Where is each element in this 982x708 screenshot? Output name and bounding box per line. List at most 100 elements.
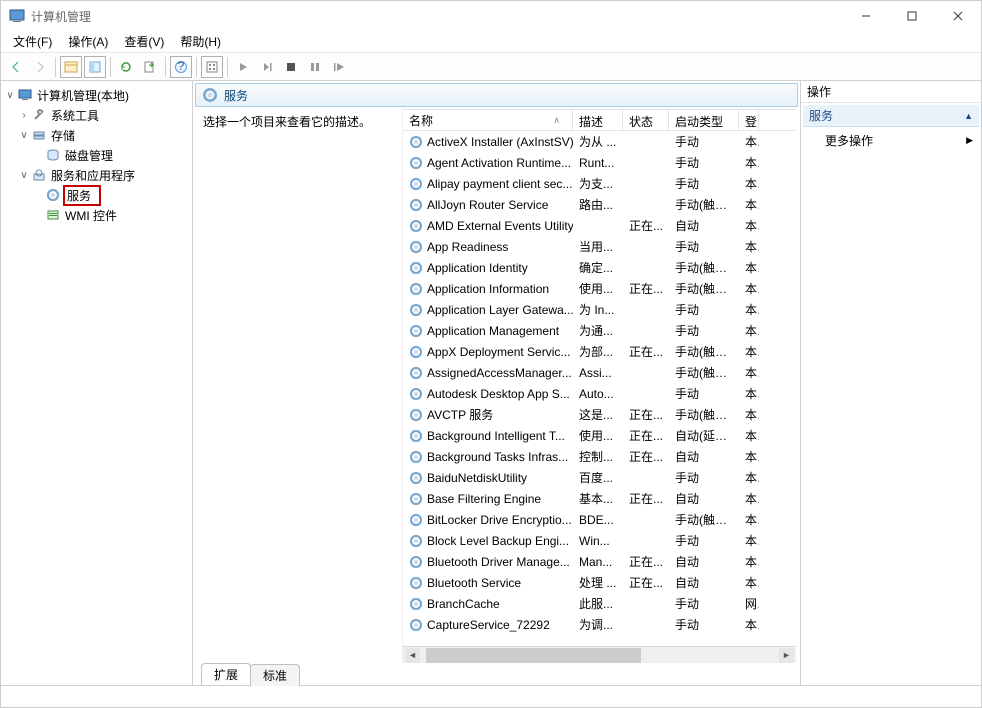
service-row[interactable]: Application Identity确定...手动(触发...本 [403, 257, 796, 278]
cell-logon: 本 [739, 574, 759, 591]
tree-system-tools[interactable]: › 系统工具 [3, 105, 190, 125]
service-row[interactable]: AssignedAccessManager...Assi...手动(触发...本 [403, 362, 796, 383]
service-row[interactable]: BaiduNetdiskUtility百度...手动本 [403, 467, 796, 488]
large-icons-button[interactable] [201, 56, 223, 78]
col-status[interactable]: 状态 [623, 110, 669, 130]
tree-storage[interactable]: ∨ 存储 [3, 125, 190, 145]
cell-startup: 自动 [669, 448, 739, 465]
service-row[interactable]: BitLocker Drive Encryptio...BDE...手动(触发.… [403, 509, 796, 530]
service-row[interactable]: AllJoyn Router Service路由...手动(触发...本 [403, 194, 796, 215]
cell-startup: 自动(延迟... [669, 427, 739, 444]
collapse-icon[interactable]: ∨ [3, 90, 17, 101]
cell-desc: Win... [573, 534, 623, 548]
cell-startup: 手动(触发... [669, 364, 739, 381]
cell-logon: 本 [739, 322, 759, 339]
cell-startup: 自动 [669, 553, 739, 570]
service-row[interactable]: Background Intelligent T...使用...正在...自动(… [403, 425, 796, 446]
cell-name: AllJoyn Router Service [403, 198, 573, 212]
show-hide-tree-button[interactable] [60, 56, 82, 78]
col-desc[interactable]: 描述 [573, 110, 623, 130]
scroll-right-icon[interactable]: ► [779, 648, 794, 663]
refresh-button[interactable] [115, 56, 137, 78]
service-row[interactable]: Agent Activation Runtime...Runt...手动本 [403, 152, 796, 173]
actions-section[interactable]: 服务 ▲ [803, 105, 979, 127]
cell-startup: 手动 [669, 301, 739, 318]
service-row[interactable]: Autodesk Desktop App S...Auto...手动本 [403, 383, 796, 404]
step-button[interactable] [256, 56, 278, 78]
tree-wmi[interactable]: WMI 控件 [3, 205, 190, 225]
cell-status: 正在... [623, 217, 669, 234]
service-row[interactable]: ActiveX Installer (AxInstSV)为从 ...手动本 [403, 131, 796, 152]
col-startup[interactable]: 启动类型 [669, 110, 739, 130]
grid-body[interactable]: ActiveX Installer (AxInstSV)为从 ...手动本Age… [403, 131, 796, 646]
service-row[interactable]: App Readiness当用...手动本 [403, 236, 796, 257]
tree-root[interactable]: ∨ 计算机管理(本地) [3, 85, 190, 105]
cell-logon: 本 [739, 175, 759, 192]
stop-button[interactable] [280, 56, 302, 78]
menu-action[interactable]: 操作(A) [60, 31, 116, 52]
detail-area: 选择一个项目来查看它的描述。 名称∧ 描述 状态 启动类型 登 ActiveX … [197, 109, 796, 663]
cell-logon: 本 [739, 259, 759, 276]
cell-logon: 本 [739, 406, 759, 423]
service-row[interactable]: Application Management为通...手动本 [403, 320, 796, 341]
collapse-icon[interactable]: ∨ [17, 130, 31, 141]
service-row[interactable]: Application Layer Gatewa...为 In...手动本 [403, 299, 796, 320]
cell-logon: 本 [739, 238, 759, 255]
body: ∨ 计算机管理(本地) › 系统工具 ∨ 存储 磁盘管理 ∨ 服务和应用程序 服… [1, 81, 981, 685]
help-button[interactable]: ? [170, 56, 192, 78]
menu-view[interactable]: 查看(V) [116, 31, 172, 52]
minimize-button[interactable] [843, 1, 889, 31]
window-buttons [843, 1, 981, 31]
horizontal-scrollbar[interactable]: ◄ ► [403, 646, 796, 663]
wmi-icon [45, 207, 61, 223]
service-row[interactable]: Block Level Backup Engi...Win...手动本 [403, 530, 796, 551]
cell-startup: 手动 [669, 322, 739, 339]
menu-file[interactable]: 文件(F) [5, 31, 60, 52]
forward-button[interactable] [29, 56, 51, 78]
tree-services-apps[interactable]: ∨ 服务和应用程序 [3, 165, 190, 185]
actions-more[interactable]: 更多操作 ▶ [803, 129, 979, 151]
cell-startup: 手动(触发... [669, 343, 739, 360]
tree-label: 磁盘管理 [63, 146, 115, 165]
cell-name: AVCTP 服务 [403, 406, 573, 423]
col-name[interactable]: 名称∧ [403, 110, 573, 130]
expand-icon[interactable]: › [17, 110, 31, 121]
toolbar: ? [1, 53, 981, 81]
restart-button[interactable] [328, 56, 350, 78]
export-button[interactable] [139, 56, 161, 78]
back-button[interactable] [5, 56, 27, 78]
play-button[interactable] [232, 56, 254, 78]
disk-icon [45, 147, 61, 163]
service-row[interactable]: Alipay payment client sec...为支...手动本 [403, 173, 796, 194]
cell-logon: 本 [739, 469, 759, 486]
service-row[interactable]: AVCTP 服务这是...正在...手动(触发...本 [403, 404, 796, 425]
navigation-tree[interactable]: ∨ 计算机管理(本地) › 系统工具 ∨ 存储 磁盘管理 ∨ 服务和应用程序 服… [1, 81, 193, 685]
service-row[interactable]: Bluetooth Driver Manage...Man...正在...自动本 [403, 551, 796, 572]
tab-standard[interactable]: 标准 [250, 664, 300, 686]
properties-button[interactable] [84, 56, 106, 78]
tree-label: 服务 [63, 185, 101, 206]
service-row[interactable]: AMD External Events Utility正在...自动本 [403, 215, 796, 236]
service-row[interactable]: Base Filtering Engine基本...正在...自动本 [403, 488, 796, 509]
service-row[interactable]: AppX Deployment Servic...为部...正在...手动(触发… [403, 341, 796, 362]
cell-name: Bluetooth Service [403, 576, 573, 590]
service-row[interactable]: Application Information使用...正在...手动(触发..… [403, 278, 796, 299]
service-row[interactable]: CaptureService_72292为调...手动本 [403, 614, 796, 635]
service-row[interactable]: Background Tasks Infras...控制...正在...自动本 [403, 446, 796, 467]
cell-desc: Auto... [573, 387, 623, 401]
tree-services[interactable]: 服务 [3, 185, 190, 205]
cell-name: ActiveX Installer (AxInstSV) [403, 135, 573, 149]
service-row[interactable]: Bluetooth Service处理 ...正在...自动本 [403, 572, 796, 593]
tree-disk-mgmt[interactable]: 磁盘管理 [3, 145, 190, 165]
scroll-left-icon[interactable]: ◄ [405, 648, 420, 663]
maximize-button[interactable] [889, 1, 935, 31]
service-row[interactable]: BranchCache此服...手动网 [403, 593, 796, 614]
col-logon[interactable]: 登 [739, 110, 759, 130]
cell-name: Application Management [403, 324, 573, 338]
tab-extended[interactable]: 扩展 [201, 663, 251, 685]
collapse-icon[interactable]: ∨ [17, 170, 31, 181]
menu-help[interactable]: 帮助(H) [172, 31, 229, 52]
cell-startup: 手动(触发... [669, 406, 739, 423]
pause-button[interactable] [304, 56, 326, 78]
close-button[interactable] [935, 1, 981, 31]
